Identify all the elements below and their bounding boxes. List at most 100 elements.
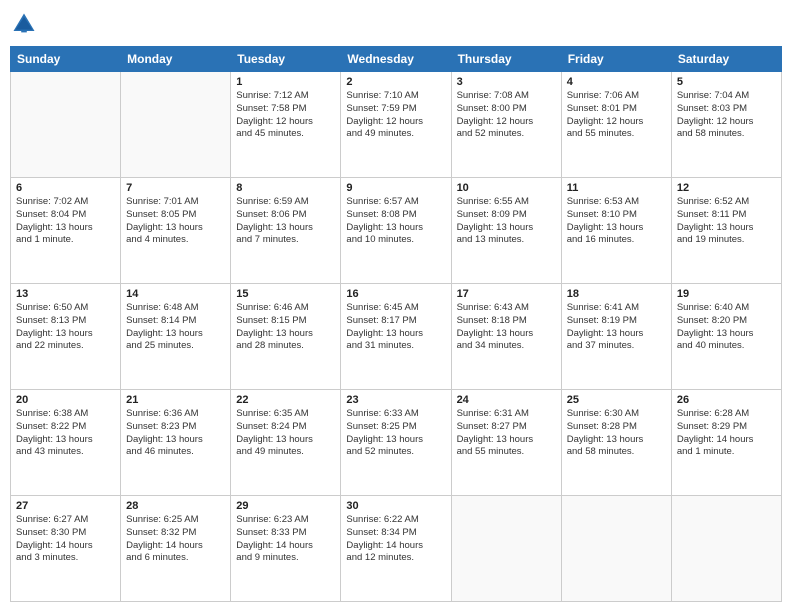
day-info: Sunrise: 6:40 AMSunset: 8:20 PMDaylight:… <box>677 302 776 353</box>
day-number: 11 <box>567 182 666 194</box>
day-info: Sunrise: 6:55 AMSunset: 8:09 PMDaylight:… <box>457 196 556 247</box>
day-number: 8 <box>236 182 335 194</box>
week-row-3: 13 Sunrise: 6:50 AMSunset: 8:13 PMDayligh… <box>11 284 782 390</box>
day-cell: 21 Sunrise: 6:36 AMSunset: 8:23 PMDayligh… <box>121 390 231 496</box>
day-number: 28 <box>126 500 225 512</box>
day-cell: 5Sunrise: 7:04 AMSunset: 8:03 PMDaylight… <box>671 72 781 178</box>
day-number: 16 <box>346 288 445 300</box>
day-cell: 11 Sunrise: 6:53 AMSunset: 8:10 PMDayligh… <box>561 178 671 284</box>
day-info: Sunrise: 6:59 AMSunset: 8:06 PMDaylight:… <box>236 196 335 247</box>
day-header-wednesday: Wednesday <box>341 47 451 72</box>
day-cell <box>561 496 671 602</box>
day-info: Sunrise: 6:23 AMSunset: 8:33 PMDaylight:… <box>236 514 335 565</box>
calendar: SundayMondayTuesdayWednesdayThursdayFrid… <box>10 46 782 602</box>
day-info: Sunrise: 6:43 AMSunset: 8:18 PMDaylight:… <box>457 302 556 353</box>
day-info: Sunrise: 6:53 AMSunset: 8:10 PMDaylight:… <box>567 196 666 247</box>
header-row: SundayMondayTuesdayWednesdayThursdayFrid… <box>11 47 782 72</box>
week-row-5: 27Sunrise: 6:27 AMSunset: 8:30 PMDayligh… <box>11 496 782 602</box>
day-number: 2 <box>346 76 445 88</box>
day-header-monday: Monday <box>121 47 231 72</box>
day-info: Sunrise: 7:02 AMSunset: 8:04 PMDaylight:… <box>16 196 115 247</box>
day-number: 17 <box>457 288 556 300</box>
day-info: Sunrise: 7:10 AMSunset: 7:59 PMDaylight:… <box>346 90 445 141</box>
day-info: Sunrise: 6:30 AMSunset: 8:28 PMDaylight:… <box>567 408 666 459</box>
day-number: 9 <box>346 182 445 194</box>
day-cell: 2 Sunrise: 7:10 AMSunset: 7:59 PMDaylight… <box>341 72 451 178</box>
day-cell: 12 Sunrise: 6:52 AMSunset: 8:11 PMDayligh… <box>671 178 781 284</box>
day-number: 22 <box>236 394 335 406</box>
day-cell: 19 Sunrise: 6:40 AMSunset: 8:20 PMDayligh… <box>671 284 781 390</box>
day-info: Sunrise: 6:48 AMSunset: 8:14 PMDaylight:… <box>126 302 225 353</box>
day-number: 14 <box>126 288 225 300</box>
day-number: 29 <box>236 500 335 512</box>
day-number: 20 <box>16 394 115 406</box>
day-info: Sunrise: 6:41 AMSunset: 8:19 PMDaylight:… <box>567 302 666 353</box>
page: SundayMondayTuesdayWednesdayThursdayFrid… <box>0 0 792 612</box>
day-number: 13 <box>16 288 115 300</box>
day-cell: 6 Sunrise: 7:02 AMSunset: 8:04 PMDaylight… <box>11 178 121 284</box>
day-number: 12 <box>677 182 776 194</box>
day-info: Sunrise: 6:27 AMSunset: 8:30 PMDaylight:… <box>16 514 115 565</box>
day-number: 1 <box>236 76 335 88</box>
day-number: 21 <box>126 394 225 406</box>
day-number: 4 <box>567 76 666 88</box>
header <box>10 10 782 38</box>
day-cell: 8 Sunrise: 6:59 AMSunset: 8:06 PMDaylight… <box>231 178 341 284</box>
day-cell: 29 Sunrise: 6:23 AMSunset: 8:33 PMDayligh… <box>231 496 341 602</box>
day-info: Sunrise: 6:57 AMSunset: 8:08 PMDaylight:… <box>346 196 445 247</box>
day-cell <box>451 496 561 602</box>
day-info: Sunrise: 6:33 AMSunset: 8:25 PMDaylight:… <box>346 408 445 459</box>
day-cell <box>671 496 781 602</box>
day-cell: 1 Sunrise: 7:12 AMSunset: 7:58 PMDaylight… <box>231 72 341 178</box>
day-cell: 26 Sunrise: 6:28 AMSunset: 8:29 PMDayligh… <box>671 390 781 496</box>
day-cell <box>121 72 231 178</box>
day-cell: 13 Sunrise: 6:50 AMSunset: 8:13 PMDayligh… <box>11 284 121 390</box>
week-row-2: 6 Sunrise: 7:02 AMSunset: 8:04 PMDaylight… <box>11 178 782 284</box>
day-info: Sunrise: 7:08 AMSunset: 8:00 PMDaylight:… <box>457 90 556 141</box>
day-cell: 22 Sunrise: 6:35 AMSunset: 8:24 PMDayligh… <box>231 390 341 496</box>
day-info: Sunrise: 7:12 AMSunset: 7:58 PMDaylight:… <box>236 90 335 141</box>
day-cell: 24 Sunrise: 6:31 AMSunset: 8:27 PMDayligh… <box>451 390 561 496</box>
day-header-saturday: Saturday <box>671 47 781 72</box>
day-number: 19 <box>677 288 776 300</box>
day-header-friday: Friday <box>561 47 671 72</box>
day-cell: 23 Sunrise: 6:33 AMSunset: 8:25 PMDayligh… <box>341 390 451 496</box>
day-info: Sunrise: 6:25 AMSunset: 8:32 PMDaylight:… <box>126 514 225 565</box>
day-cell: 30 Sunrise: 6:22 AMSunset: 8:34 PMDayligh… <box>341 496 451 602</box>
day-cell: 15Sunrise: 6:46 AMSunset: 8:15 PMDayligh… <box>231 284 341 390</box>
day-info: Sunrise: 7:06 AMSunset: 8:01 PMDaylight:… <box>567 90 666 141</box>
day-cell: 16Sunrise: 6:45 AMSunset: 8:17 PMDayligh… <box>341 284 451 390</box>
day-info: Sunrise: 6:22 AMSunset: 8:34 PMDaylight:… <box>346 514 445 565</box>
day-cell <box>11 72 121 178</box>
day-header-sunday: Sunday <box>11 47 121 72</box>
day-header-tuesday: Tuesday <box>231 47 341 72</box>
logo-icon <box>10 10 38 38</box>
day-header-thursday: Thursday <box>451 47 561 72</box>
day-cell: 4 Sunrise: 7:06 AMSunset: 8:01 PMDaylight… <box>561 72 671 178</box>
day-info: Sunrise: 7:01 AMSunset: 8:05 PMDaylight:… <box>126 196 225 247</box>
day-cell: 17 Sunrise: 6:43 AMSunset: 8:18 PMDayligh… <box>451 284 561 390</box>
day-number: 15 <box>236 288 335 300</box>
day-number: 26 <box>677 394 776 406</box>
day-info: Sunrise: 6:38 AMSunset: 8:22 PMDaylight:… <box>16 408 115 459</box>
logo <box>10 10 42 38</box>
day-number: 7 <box>126 182 225 194</box>
day-cell: 20 Sunrise: 6:38 AMSunset: 8:22 PMDayligh… <box>11 390 121 496</box>
day-info: Sunrise: 6:36 AMSunset: 8:23 PMDaylight:… <box>126 408 225 459</box>
day-number: 23 <box>346 394 445 406</box>
day-cell: 3Sunrise: 7:08 AMSunset: 8:00 PMDaylight… <box>451 72 561 178</box>
day-cell: 10Sunrise: 6:55 AMSunset: 8:09 PMDayligh… <box>451 178 561 284</box>
day-number: 6 <box>16 182 115 194</box>
day-info: Sunrise: 6:50 AMSunset: 8:13 PMDaylight:… <box>16 302 115 353</box>
day-info: Sunrise: 6:28 AMSunset: 8:29 PMDaylight:… <box>677 408 776 459</box>
day-info: Sunrise: 6:31 AMSunset: 8:27 PMDaylight:… <box>457 408 556 459</box>
day-number: 24 <box>457 394 556 406</box>
day-info: Sunrise: 7:04 AMSunset: 8:03 PMDaylight:… <box>677 90 776 141</box>
day-info: Sunrise: 6:35 AMSunset: 8:24 PMDaylight:… <box>236 408 335 459</box>
day-cell: 7 Sunrise: 7:01 AMSunset: 8:05 PMDaylight… <box>121 178 231 284</box>
day-number: 18 <box>567 288 666 300</box>
day-cell: 9 Sunrise: 6:57 AMSunset: 8:08 PMDaylight… <box>341 178 451 284</box>
day-number: 30 <box>346 500 445 512</box>
day-cell: 27Sunrise: 6:27 AMSunset: 8:30 PMDayligh… <box>11 496 121 602</box>
day-info: Sunrise: 6:52 AMSunset: 8:11 PMDaylight:… <box>677 196 776 247</box>
